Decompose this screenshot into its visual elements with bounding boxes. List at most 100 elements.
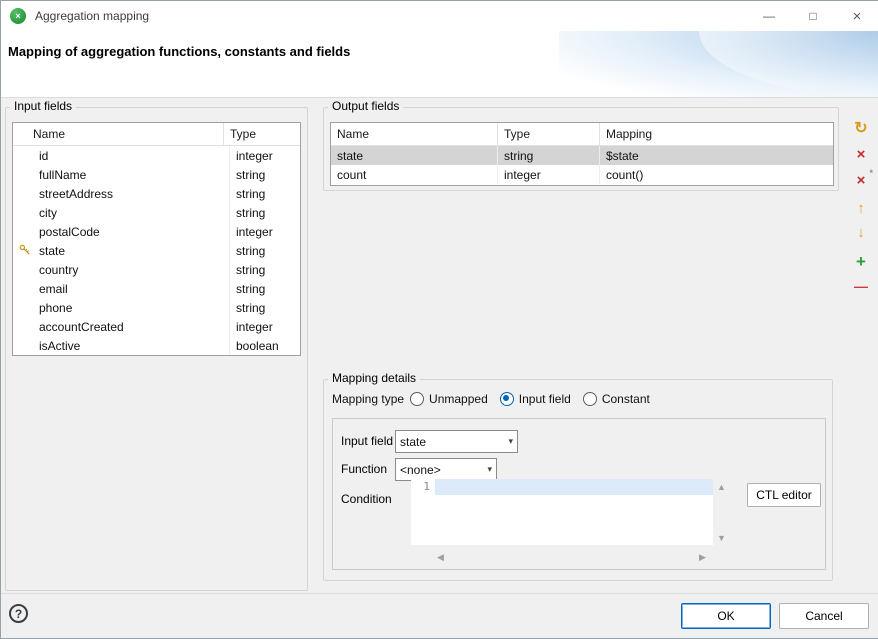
delete-all-glyph: × — [857, 172, 866, 189]
mapping-details-group-label: Mapping details — [328, 371, 420, 385]
radio-circle — [583, 392, 597, 406]
ctl-editor-button[interactable]: CTL editor — [747, 483, 821, 507]
column-header-type[interactable]: Type — [224, 123, 300, 145]
cell-type: integer — [230, 222, 300, 241]
delete-mapping-icon[interactable]: × — [850, 145, 872, 163]
help-icon[interactable]: ? — [9, 604, 28, 623]
cell-name: isActive — [13, 336, 230, 355]
table-row[interactable]: city string — [13, 203, 300, 222]
cell-type: string — [230, 298, 300, 317]
ok-button[interactable]: OK — [681, 603, 771, 629]
column-header-name[interactable]: Name — [331, 123, 498, 145]
auto-map-icon[interactable]: ↻ — [850, 119, 872, 137]
scroll-down-icon[interactable]: ▼ — [717, 533, 726, 543]
aggregation-mapping-dialog: × Aggregation mapping — □ × Mapping of a… — [0, 0, 878, 639]
radio-constant[interactable]: Constant — [583, 392, 650, 406]
table-row[interactable]: country string — [13, 260, 300, 279]
cell-mapping: count() — [600, 165, 833, 184]
column-header-name[interactable]: Name — [13, 123, 224, 145]
input-field-value: state — [400, 435, 502, 449]
cell-name: phone — [13, 298, 230, 317]
current-line-highlight — [435, 479, 713, 495]
footer-separator — [1, 593, 878, 594]
table-row[interactable]: fullName string — [13, 165, 300, 184]
move-up-icon[interactable]: ↑ — [850, 199, 872, 217]
window-controls: — □ × — [747, 1, 878, 31]
radio-input-field[interactable]: Input field — [500, 392, 571, 406]
output-fields-table: Name Type Mapping state string $state co… — [330, 122, 834, 186]
cell-type: integer — [230, 317, 300, 336]
input-field-label: Input field — [341, 434, 393, 448]
column-header-mapping[interactable]: Mapping — [600, 123, 833, 145]
table-row[interactable]: accountCreated integer — [13, 317, 300, 336]
cell-name: country — [13, 260, 230, 279]
cell-name: state — [331, 146, 498, 165]
mapping-details-panel: Input field state ▾ Function <none> ▾ Co… — [332, 418, 826, 570]
cancel-button[interactable]: Cancel — [779, 603, 869, 629]
key-icon — [19, 244, 31, 256]
maximize-icon[interactable]: □ — [791, 1, 835, 31]
close-icon[interactable]: × — [835, 1, 878, 31]
chevron-down-icon: ▾ — [508, 436, 513, 447]
input-fields-table: Name Type id integer fullName string str… — [12, 122, 301, 356]
mapping-type-label: Mapping type — [332, 392, 404, 406]
function-select[interactable]: <none> ▾ — [395, 458, 497, 481]
cell-name: accountCreated — [13, 317, 230, 336]
cell-type: string — [498, 146, 600, 165]
radio-label: Constant — [602, 392, 650, 406]
input-fields-group: Input fields Name Type id integer fullNa… — [5, 107, 308, 591]
cell-name: streetAddress — [13, 184, 230, 203]
cell-type: string — [230, 241, 300, 260]
chevron-down-icon: ▾ — [487, 464, 492, 475]
cell-type: integer — [498, 165, 600, 184]
condition-code-area[interactable] — [435, 479, 713, 545]
remove-field-icon[interactable]: — — [850, 277, 872, 295]
cell-name: fullName — [13, 165, 230, 184]
radio-unmapped[interactable]: Unmapped — [410, 392, 488, 406]
radio-label: Unmapped — [429, 392, 488, 406]
radio-label: Input field — [519, 392, 571, 406]
table-row[interactable]: postalCode integer — [13, 222, 300, 241]
cell-name: postalCode — [13, 222, 230, 241]
window-title: Aggregation mapping — [35, 9, 149, 23]
input-field-select[interactable]: state ▾ — [395, 430, 518, 453]
condition-label: Condition — [341, 492, 392, 506]
cell-type: string — [230, 203, 300, 222]
minimize-icon[interactable]: — — [747, 1, 791, 31]
table-row[interactable]: id integer — [13, 146, 300, 165]
dialog-subtitle: Mapping of aggregation functions, consta… — [8, 44, 350, 59]
scroll-left-icon[interactable]: ◀ — [437, 552, 444, 562]
radio-circle-selected — [500, 392, 514, 406]
mapping-type-row: Mapping type Unmapped Input field Consta… — [332, 392, 662, 406]
output-fields-group-label: Output fields — [328, 99, 403, 113]
cell-name: count — [331, 165, 498, 184]
function-value: <none> — [400, 463, 481, 477]
table-row[interactable]: streetAddress string — [13, 184, 300, 203]
scroll-up-icon[interactable]: ▲ — [717, 482, 726, 492]
cell-type: string — [230, 279, 300, 298]
table-row-selected[interactable]: state string $state — [331, 146, 833, 165]
scroll-right-icon[interactable]: ▶ — [699, 552, 706, 562]
cell-name-text: state — [39, 244, 65, 258]
output-fields-group: Output fields Name Type Mapping state st… — [323, 107, 839, 191]
table-row[interactable]: isActive boolean — [13, 336, 300, 355]
cell-name: state — [13, 241, 230, 260]
table-row[interactable]: state string — [13, 241, 300, 260]
dialog-header: Mapping of aggregation functions, consta… — [1, 31, 878, 98]
table-row[interactable]: phone string — [13, 298, 300, 317]
radio-circle — [410, 392, 424, 406]
input-fields-group-label: Input fields — [10, 99, 76, 113]
delete-all-badge: * — [869, 168, 873, 178]
table-row[interactable]: count integer count() — [331, 165, 833, 184]
condition-editor[interactable]: 1 — [411, 479, 713, 545]
move-down-icon[interactable]: ↓ — [850, 223, 872, 241]
add-field-icon[interactable]: + — [850, 253, 872, 271]
output-table-header: Name Type Mapping — [331, 123, 833, 146]
table-row[interactable]: email string — [13, 279, 300, 298]
input-table-header: Name Type — [13, 123, 300, 146]
delete-all-mappings-icon[interactable]: ×* — [850, 171, 872, 189]
cell-type: integer — [230, 146, 300, 165]
column-header-type[interactable]: Type — [498, 123, 600, 145]
cell-type: string — [230, 165, 300, 184]
cell-name: id — [13, 146, 230, 165]
